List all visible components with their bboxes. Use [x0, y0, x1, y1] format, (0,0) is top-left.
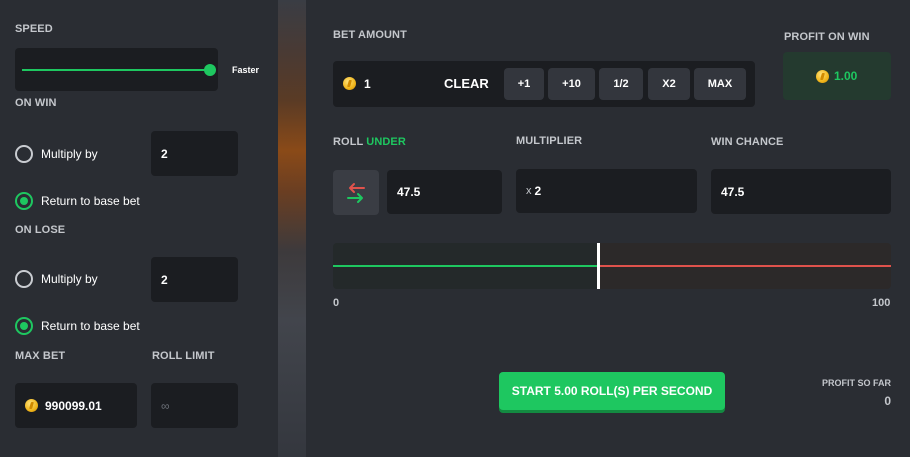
slider-handle[interactable] [597, 243, 600, 289]
on-win-label: ON WIN [15, 97, 57, 109]
profit-so-far-value: 0 [884, 394, 891, 408]
roll-limit-input[interactable]: ∞ [151, 383, 238, 428]
multiplier-prefix: x [526, 185, 532, 197]
roll-under-input[interactable]: 47.5 [387, 170, 502, 214]
multiplier-value: 2 [534, 184, 542, 198]
on-win-multiply-label: Multiply by [41, 147, 98, 161]
on-win-return-label: Return to base bet [41, 194, 140, 208]
roll-under-value: 47.5 [397, 185, 421, 199]
on-lose-return-label: Return to base bet [41, 319, 140, 333]
plus-one-button[interactable]: +1 [504, 68, 544, 100]
on-lose-label: ON LOSE [15, 224, 66, 236]
half-button[interactable]: 1/2 [599, 68, 643, 100]
roll-limit-label: ROLL LIMIT [152, 350, 215, 362]
double-button[interactable]: X2 [648, 68, 690, 100]
speed-slider-thumb[interactable] [204, 64, 216, 76]
on-win-multiply-input[interactable]: 2 [151, 131, 238, 176]
coin-icon [25, 399, 38, 412]
slider-lose-line [598, 265, 891, 267]
dice-game-panel: BET AMOUNT 1 CLEAR +1 +10 1/2 X2 MAX PRO… [306, 0, 910, 457]
auto-settings-panel: SPEED Faster ON WIN Multiply by 2 Return… [0, 0, 278, 457]
profit-on-win-box: 1.00 [783, 52, 891, 100]
profit-so-far-label: PROFIT SO FAR [821, 378, 891, 388]
on-win-return-option[interactable]: Return to base bet [15, 192, 140, 210]
speed-slider[interactable] [15, 48, 218, 91]
radio-selected-icon[interactable] [15, 317, 33, 335]
speed-value-label: Faster [232, 65, 260, 75]
slider-max-label: 100 [872, 297, 891, 309]
multiplier-input[interactable]: x 2 [516, 169, 697, 213]
on-win-multiply-option[interactable]: Multiply by [15, 145, 98, 163]
roll-mode: UNDER [366, 136, 406, 148]
roll-slider[interactable] [333, 243, 891, 289]
bet-amount-box: 1 CLEAR +1 +10 1/2 X2 MAX [333, 61, 755, 107]
profit-on-win-value: 1.00 [834, 69, 858, 83]
radio-icon[interactable] [15, 270, 33, 288]
on-lose-return-option[interactable]: Return to base bet [15, 317, 140, 335]
slider-win-line [333, 265, 598, 267]
on-win-multiply-value: 2 [161, 146, 168, 161]
multiplier-label: MULTIPLIER [516, 135, 583, 147]
roll-limit-value: ∞ [161, 398, 170, 413]
coin-icon [343, 77, 356, 90]
win-chance-input[interactable]: 47.5 [711, 169, 891, 214]
win-chance-value: 47.5 [721, 184, 745, 199]
roll-label-prefix: ROLL [333, 136, 364, 148]
radio-selected-icon[interactable] [15, 192, 33, 210]
profit-on-win-label: PROFIT ON WIN [784, 31, 870, 43]
speed-slider-track [22, 69, 211, 71]
start-autobet-button[interactable]: START 5.00 ROLL(S) PER SECOND [499, 372, 725, 410]
on-lose-multiply-input[interactable]: 2 [151, 257, 238, 302]
radio-icon[interactable] [15, 145, 33, 163]
max-bet-label: MAX BET [15, 350, 66, 362]
coin-icon [816, 69, 829, 83]
swap-arrows-icon [347, 182, 365, 203]
roll-mode-label: ROLL UNDER [333, 136, 406, 148]
background-art-strip [278, 0, 306, 457]
max-bet-value: 990099.01 [45, 398, 102, 413]
win-chance-label: WIN CHANCE [711, 136, 784, 148]
max-bet-input[interactable]: 990099.01 [15, 383, 137, 428]
on-lose-multiply-option[interactable]: Multiply by [15, 270, 98, 288]
speed-label: SPEED [15, 23, 53, 35]
max-button[interactable]: MAX [694, 68, 746, 100]
on-lose-multiply-label: Multiply by [41, 272, 98, 286]
swap-roll-button[interactable] [333, 170, 379, 215]
bet-amount-value[interactable]: 1 [364, 77, 371, 91]
bet-amount-label: BET AMOUNT [333, 29, 407, 41]
slider-min-label: 0 [333, 297, 340, 309]
plus-ten-button[interactable]: +10 [548, 68, 595, 100]
on-lose-multiply-value: 2 [161, 272, 168, 287]
clear-button[interactable]: CLEAR [444, 76, 489, 91]
